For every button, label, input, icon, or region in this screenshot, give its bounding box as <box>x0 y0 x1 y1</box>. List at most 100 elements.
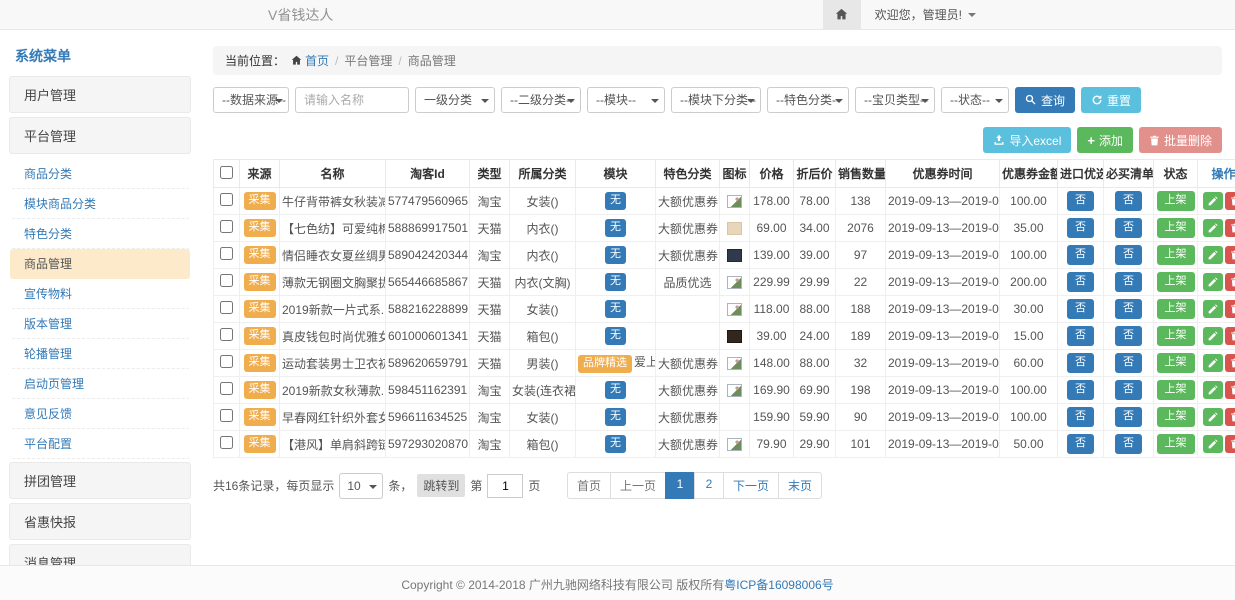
breadcrumb-home-link[interactable]: 首页 <box>291 52 329 69</box>
edit-button[interactable] <box>1203 300 1223 318</box>
import-select-toggle[interactable]: 否 <box>1067 245 1094 264</box>
sidebar-section[interactable]: 平台管理 <box>9 117 191 154</box>
edit-button[interactable] <box>1203 192 1223 210</box>
import-select-toggle[interactable]: 否 <box>1067 218 1094 237</box>
row-checkbox[interactable] <box>220 355 233 368</box>
delete-button[interactable] <box>1225 381 1235 399</box>
edit-button[interactable] <box>1203 246 1223 264</box>
home-button[interactable] <box>823 0 861 29</box>
jump-button[interactable]: 跳转到 <box>417 474 465 497</box>
status-badge[interactable]: 上架 <box>1157 272 1195 291</box>
must-buy-toggle[interactable]: 否 <box>1115 245 1142 264</box>
sidebar-submenu-item[interactable]: 宣传物料 <box>10 279 190 309</box>
data-source-select[interactable]: --数据来源-- <box>213 87 289 113</box>
select-all-checkbox[interactable] <box>220 166 233 179</box>
row-checkbox[interactable] <box>220 409 233 422</box>
reset-button[interactable]: 重置 <box>1081 87 1141 113</box>
pager-button[interactable]: 末页 <box>778 472 822 499</box>
row-checkbox[interactable] <box>220 328 233 341</box>
sidebar-submenu-item[interactable]: 商品分类 <box>10 159 190 189</box>
delete-button[interactable] <box>1225 246 1235 264</box>
sidebar-submenu-item[interactable]: 启动页管理 <box>10 369 190 399</box>
sidebar-section[interactable]: 用户管理 <box>9 76 191 113</box>
filter-select[interactable]: --二级分类-- <box>501 87 581 113</box>
delete-button[interactable] <box>1225 192 1235 210</box>
status-badge[interactable]: 上架 <box>1157 218 1195 237</box>
status-badge[interactable]: 上架 <box>1157 299 1195 318</box>
status-badge[interactable]: 上架 <box>1157 407 1195 426</box>
status-badge[interactable]: 上架 <box>1157 434 1195 453</box>
row-checkbox[interactable] <box>220 247 233 260</box>
delete-button[interactable] <box>1225 408 1235 426</box>
sidebar-submenu-item[interactable]: 特色分类 <box>10 219 190 249</box>
must-buy-toggle[interactable]: 否 <box>1115 434 1142 453</box>
edit-button[interactable] <box>1203 219 1223 237</box>
status-badge[interactable]: 上架 <box>1157 191 1195 210</box>
status-badge[interactable]: 上架 <box>1157 353 1195 372</box>
edit-button[interactable] <box>1203 408 1223 426</box>
status-badge[interactable]: 上架 <box>1157 326 1195 345</box>
import-select-toggle[interactable]: 否 <box>1067 353 1094 372</box>
filter-select[interactable]: 一级分类 <box>415 87 495 113</box>
import-excel-button[interactable]: 导入excel <box>983 127 1071 153</box>
must-buy-toggle[interactable]: 否 <box>1115 191 1142 210</box>
row-checkbox[interactable] <box>220 382 233 395</box>
row-checkbox[interactable] <box>220 220 233 233</box>
must-buy-toggle[interactable]: 否 <box>1115 407 1142 426</box>
sidebar-submenu-item[interactable]: 版本管理 <box>10 309 190 339</box>
pager-button[interactable]: 1 <box>665 472 695 499</box>
edit-button[interactable] <box>1203 327 1223 345</box>
breadcrumb-item[interactable]: 商品管理 <box>408 52 456 69</box>
row-checkbox[interactable] <box>220 436 233 449</box>
status-badge[interactable]: 上架 <box>1157 380 1195 399</box>
must-buy-toggle[interactable]: 否 <box>1115 353 1142 372</box>
pager-button[interactable]: 上一页 <box>610 472 666 499</box>
delete-button[interactable] <box>1225 219 1235 237</box>
must-buy-toggle[interactable]: 否 <box>1115 299 1142 318</box>
import-select-toggle[interactable]: 否 <box>1067 191 1094 210</box>
sidebar-submenu-item[interactable]: 平台配置 <box>10 429 190 459</box>
add-button[interactable]: 添加 <box>1077 127 1133 153</box>
pager-button[interactable]: 首页 <box>567 472 611 499</box>
filter-select[interactable]: --特色分类-- <box>767 87 849 113</box>
row-checkbox[interactable] <box>220 274 233 287</box>
import-select-toggle[interactable]: 否 <box>1067 299 1094 318</box>
user-menu[interactable]: 欢迎您，管理员! <box>861 6 990 23</box>
must-buy-toggle[interactable]: 否 <box>1115 380 1142 399</box>
delete-button[interactable] <box>1225 300 1235 318</box>
row-checkbox[interactable] <box>220 193 233 206</box>
must-buy-toggle[interactable]: 否 <box>1115 326 1142 345</box>
delete-button[interactable] <box>1225 273 1235 291</box>
import-select-toggle[interactable]: 否 <box>1067 380 1094 399</box>
filter-select[interactable]: --宝贝类型-- <box>855 87 935 113</box>
sidebar-submenu-item[interactable]: 商品管理 <box>10 249 190 279</box>
filter-select[interactable]: --模块下分类-- <box>671 87 761 113</box>
sidebar-section[interactable]: 消息管理 <box>9 544 191 565</box>
edit-button[interactable] <box>1203 354 1223 372</box>
import-select-toggle[interactable]: 否 <box>1067 407 1094 426</box>
delete-button[interactable] <box>1225 435 1235 453</box>
filter-select[interactable]: --状态-- <box>941 87 1009 113</box>
import-select-toggle[interactable]: 否 <box>1067 272 1094 291</box>
import-select-toggle[interactable]: 否 <box>1067 326 1094 345</box>
edit-button[interactable] <box>1203 273 1223 291</box>
row-checkbox[interactable] <box>220 301 233 314</box>
import-select-toggle[interactable]: 否 <box>1067 434 1094 453</box>
per-page-select[interactable]: 10 <box>339 473 383 499</box>
sidebar-section[interactable]: 拼团管理 <box>9 462 191 499</box>
must-buy-toggle[interactable]: 否 <box>1115 218 1142 237</box>
status-badge[interactable]: 上架 <box>1157 245 1195 264</box>
breadcrumb-item[interactable]: 平台管理 <box>344 52 392 69</box>
edit-button[interactable] <box>1203 381 1223 399</box>
pager-button[interactable]: 2 <box>694 472 724 499</box>
sidebar-submenu-item[interactable]: 模块商品分类 <box>10 189 190 219</box>
pager-button[interactable]: 下一页 <box>723 472 779 499</box>
sidebar-section[interactable]: 省惠快报 <box>9 503 191 540</box>
page-number-input[interactable] <box>487 474 523 498</box>
name-search-input[interactable] <box>295 87 409 113</box>
must-buy-toggle[interactable]: 否 <box>1115 272 1142 291</box>
batch-delete-button[interactable]: 批量删除 <box>1139 127 1222 153</box>
delete-button[interactable] <box>1225 327 1235 345</box>
sidebar-submenu-item[interactable]: 意见反馈 <box>10 399 190 429</box>
search-button[interactable]: 查询 <box>1015 87 1075 113</box>
